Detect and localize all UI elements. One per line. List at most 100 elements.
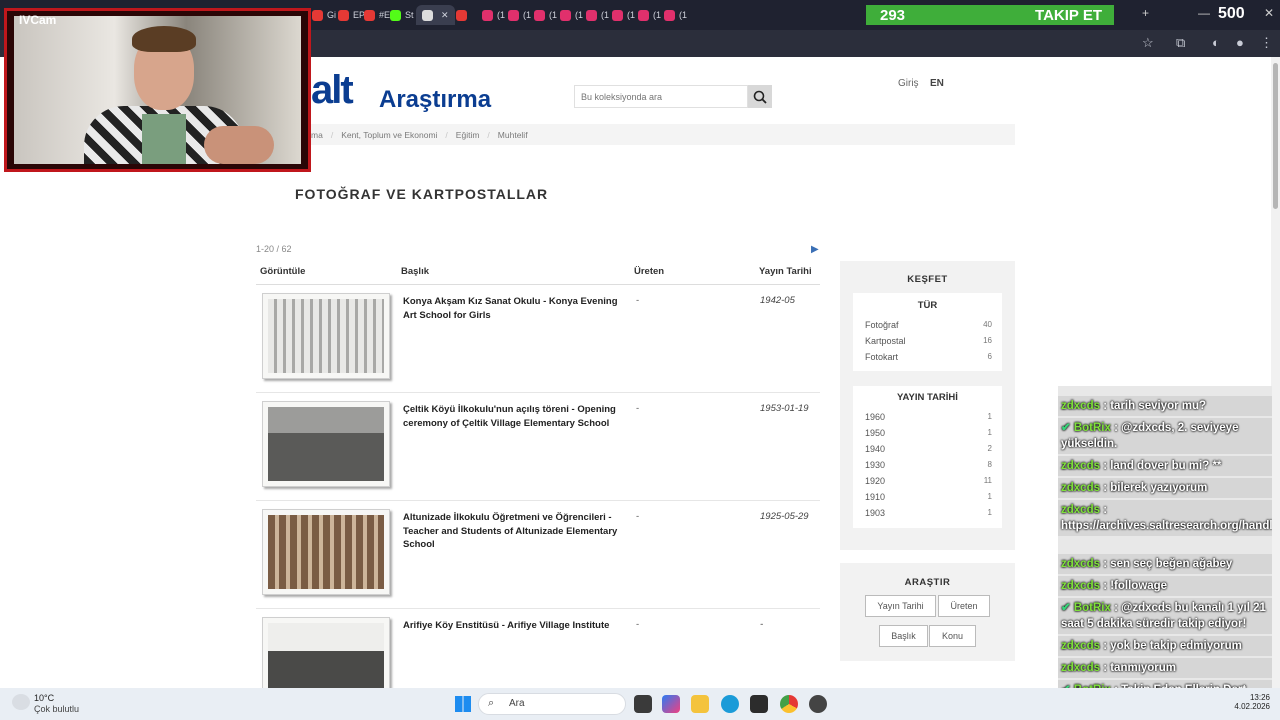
webcam-overlay: IVCam xyxy=(4,8,311,172)
tab-label: (1 xyxy=(679,10,688,20)
facet-item[interactable]: 1950 1 xyxy=(865,428,992,442)
webcam-hair xyxy=(132,26,196,52)
logo-subtitle[interactable]: Araştırma xyxy=(379,86,491,114)
browser-tab[interactable]: (1 xyxy=(612,5,635,25)
facet-item[interactable]: 1960 1 xyxy=(865,412,992,426)
profile-icon[interactable]: ● xyxy=(1236,35,1244,50)
chat-username[interactable]: zdxcds xyxy=(1061,482,1100,494)
salt-logo[interactable]: alt xyxy=(311,70,354,110)
browser-tab[interactable]: ✕ xyxy=(416,5,455,25)
breadcrumb-item[interactable]: Eğitim xyxy=(456,130,480,140)
sort-by-subject-button[interactable]: Konu xyxy=(929,625,976,647)
minimize-icon[interactable]: — xyxy=(1198,6,1210,20)
tab-favicon-icon xyxy=(560,9,571,21)
facet-item[interactable]: Fotokart 6 xyxy=(865,352,992,366)
next-page-icon[interactable]: ▶ xyxy=(811,244,819,255)
windows-start-icon[interactable] xyxy=(455,696,471,712)
chat-username[interactable]: zdxcds xyxy=(1061,460,1100,472)
item-maker: - xyxy=(636,511,640,522)
page-scrollbar[interactable] xyxy=(1271,57,1280,688)
new-tab-icon[interactable]: + xyxy=(1142,6,1149,20)
star-icon[interactable]: ☆ xyxy=(1142,35,1154,51)
chat-username[interactable]: BotRix xyxy=(1074,422,1111,434)
thumbnail[interactable] xyxy=(262,293,390,379)
column-header-title[interactable]: Başlık xyxy=(401,266,429,277)
language-switch[interactable]: EN xyxy=(930,78,944,89)
browser-tab[interactable]: (1 xyxy=(508,5,531,25)
edge-icon[interactable] xyxy=(721,695,739,713)
tab-favicon-icon xyxy=(312,9,323,21)
obs-icon[interactable] xyxy=(809,695,827,713)
tab-close-icon[interactable]: ✕ xyxy=(441,10,449,21)
chat-message: zdxcds : tarih seviyor mu? xyxy=(1058,396,1272,416)
breadcrumb-item[interactable]: Muhtelif xyxy=(498,130,528,140)
chat-username[interactable]: zdxcds xyxy=(1061,400,1100,412)
chat-username[interactable]: BotRix xyxy=(1074,602,1111,614)
sort-by-maker-button[interactable]: Üreten xyxy=(938,595,990,617)
extension-icon[interactable]: ◐ xyxy=(1212,35,1220,50)
taskbar-search-icon: ⌕ xyxy=(488,697,495,709)
thumbnail[interactable] xyxy=(262,401,390,487)
task-view-icon[interactable] xyxy=(634,695,652,713)
facet-item[interactable]: 1940 2 xyxy=(865,444,992,458)
browser-tab[interactable]: (1 xyxy=(482,5,505,25)
thumbnail[interactable] xyxy=(262,509,390,595)
item-title[interactable]: Çeltik Köyü İlkokulu'nun açılış töreni -… xyxy=(403,403,628,430)
facet-label: 1950 xyxy=(865,428,886,438)
taskbar-clock[interactable]: 13:26 4.02.2026 xyxy=(1218,693,1270,711)
browser-tab[interactable]: (1 xyxy=(638,5,661,25)
browser-tab[interactable]: (1 xyxy=(586,5,609,25)
thumbnail[interactable] xyxy=(262,617,390,697)
chat-message: zdxcds : bilerek yazıyorum xyxy=(1058,478,1272,498)
file-explorer-icon[interactable] xyxy=(691,695,709,713)
browser-tab[interactable]: EP xyxy=(338,5,365,25)
copilot-icon[interactable] xyxy=(662,695,680,713)
chat-message: zdxcds : yok be takip edmiyorum xyxy=(1058,636,1272,656)
store-icon[interactable] xyxy=(750,695,768,713)
login-link[interactable]: Giriş xyxy=(898,78,919,89)
facet-label: 1910 xyxy=(865,492,886,502)
facet-item[interactable]: Kartpostal 16 xyxy=(865,336,992,350)
tab-favicon-icon xyxy=(508,9,519,21)
item-date: - xyxy=(760,619,764,630)
chat-username[interactable]: zdxcds xyxy=(1061,640,1100,652)
facet-item[interactable]: 1920 11 xyxy=(865,476,992,490)
facet-item[interactable]: Fotoğraf 40 xyxy=(865,320,992,334)
tab-favicon-icon xyxy=(586,9,597,21)
browser-tab[interactable]: (1 xyxy=(664,5,687,25)
chat-username[interactable]: zdxcds xyxy=(1061,558,1100,570)
chrome-icon[interactable] xyxy=(780,695,798,713)
column-header-maker[interactable]: Üreten xyxy=(634,266,664,277)
menu-icon[interactable]: ⋮ xyxy=(1260,35,1273,51)
item-title[interactable]: Altunizade İlkokulu Öğretmeni ve Öğrenci… xyxy=(403,511,628,552)
collection-search-input[interactable] xyxy=(574,85,748,108)
sort-by-date-button[interactable]: Yayın Tarihi xyxy=(865,595,936,617)
chat-username[interactable]: zdxcds xyxy=(1061,580,1100,592)
breadcrumb-item[interactable]: ma xyxy=(311,130,323,140)
item-title[interactable]: Konya Akşam Kız Sanat Okulu - Konya Even… xyxy=(403,295,628,322)
extensions-icon[interactable]: ⧉ xyxy=(1176,35,1185,51)
column-header-date[interactable]: Yayın Tarihi xyxy=(759,266,812,277)
chat-username[interactable]: zdxcds xyxy=(1061,662,1100,674)
facet-item[interactable]: 1930 8 xyxy=(865,460,992,474)
facet-item[interactable]: 1903 1 xyxy=(865,508,992,522)
breadcrumb-item[interactable]: Kent, Toplum ve Ekonomi xyxy=(341,130,437,140)
scrollbar-thumb[interactable] xyxy=(1273,63,1278,209)
chat-username[interactable]: zdxcds xyxy=(1061,504,1100,516)
follow-label: TAKIP ET xyxy=(1035,7,1102,24)
taskbar-search[interactable]: ⌕ Ara xyxy=(478,693,626,715)
browser-tab[interactable]: Gi xyxy=(312,5,336,25)
sort-by-title-button[interactable]: Başlık xyxy=(879,625,928,647)
browser-tab[interactable]: #E xyxy=(364,5,390,25)
search-button[interactable] xyxy=(748,85,772,108)
browser-tab[interactable]: (1 xyxy=(534,5,557,25)
browser-tab[interactable]: St xyxy=(390,5,414,25)
item-title[interactable]: Arifiye Köy Enstitüsü - Arifiye Village … xyxy=(403,619,628,633)
facet-item[interactable]: 1910 1 xyxy=(865,492,992,506)
follow-goal-bar: 293 TAKIP ET xyxy=(866,5,1114,25)
close-window-icon[interactable]: ✕ xyxy=(1264,6,1274,20)
browser-tab[interactable]: (1 xyxy=(560,5,583,25)
clock-date: 4.02.2026 xyxy=(1234,702,1270,711)
tab-favicon-icon xyxy=(534,9,545,21)
browser-tab[interactable] xyxy=(456,5,471,25)
